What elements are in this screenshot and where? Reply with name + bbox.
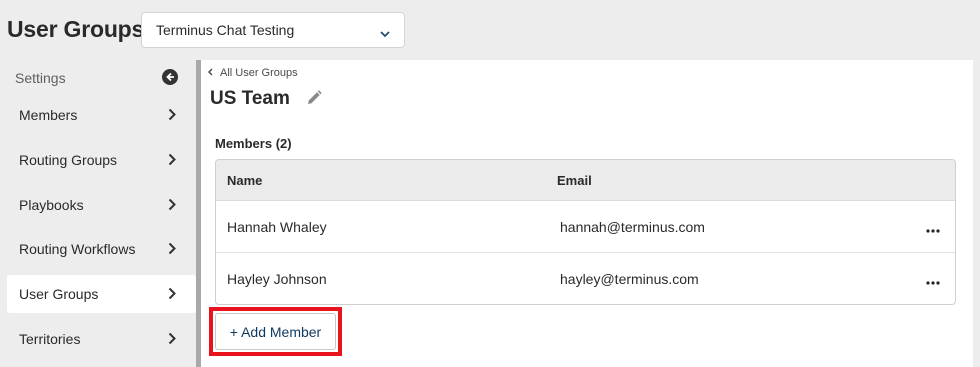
member-name: Hannah Whaley — [227, 219, 327, 235]
sidebar-item-routing-groups[interactable]: Routing Groups — [7, 141, 196, 179]
sidebar-item-label: Playbooks — [19, 197, 84, 213]
more-options-icon[interactable] — [926, 272, 940, 290]
member-email: hayley@terminus.com — [560, 271, 699, 287]
chevron-right-icon — [168, 153, 176, 169]
chevron-right-icon — [168, 108, 176, 124]
sidebar-item-label: Routing Groups — [19, 152, 118, 168]
sidebar-item-members[interactable]: Members — [7, 96, 196, 134]
chevron-left-icon — [208, 67, 213, 79]
settings-label: Settings — [15, 70, 66, 86]
page-title: User Groups — [7, 16, 145, 42]
table-row[interactable]: Hannah Whaley hannah@terminus.com — [216, 201, 955, 253]
chevron-right-icon — [168, 287, 176, 303]
member-email: hannah@terminus.com — [560, 219, 705, 235]
sidebar-item-label: Members — [19, 107, 78, 123]
sidebar-item-label: Routing Workflows — [19, 241, 136, 257]
sidebar-item-label: User Groups — [19, 286, 99, 302]
members-table: Name Email Hannah Whaley hannah@terminus… — [215, 159, 956, 305]
sidebar-item-routing-workflows[interactable]: Routing Workflows — [7, 230, 196, 268]
group-select[interactable]: Terminus Chat Testing — [141, 12, 405, 48]
member-name: Hayley Johnson — [227, 271, 327, 287]
members-heading: Members (2) — [215, 136, 292, 151]
chevron-down-icon — [380, 25, 390, 41]
back-arrow-icon[interactable] — [162, 69, 178, 90]
sidebar-item-playbooks[interactable]: Playbooks — [7, 186, 196, 224]
table-header: Name Email — [216, 160, 955, 201]
column-header-email: Email — [557, 173, 592, 188]
group-select-value: Terminus Chat Testing — [156, 22, 295, 38]
chevron-right-icon — [168, 242, 176, 258]
more-options-icon[interactable] — [926, 220, 940, 238]
table-row[interactable]: Hayley Johnson hayley@terminus.com — [216, 253, 955, 304]
column-header-name: Name — [227, 173, 263, 188]
chevron-right-icon — [168, 332, 176, 348]
sidebar-item-label: Territories — [19, 331, 81, 347]
pencil-icon[interactable] — [305, 89, 323, 112]
breadcrumb[interactable]: All User Groups — [208, 67, 298, 79]
add-member-button[interactable]: + Add Member — [215, 313, 336, 350]
chevron-right-icon — [168, 198, 176, 214]
sidebar-item-user-groups[interactable]: User Groups — [7, 275, 196, 313]
group-title: US Team — [210, 88, 290, 109]
breadcrumb-link[interactable]: All User Groups — [220, 67, 298, 79]
sidebar-item-territories[interactable]: Territories — [7, 320, 196, 358]
